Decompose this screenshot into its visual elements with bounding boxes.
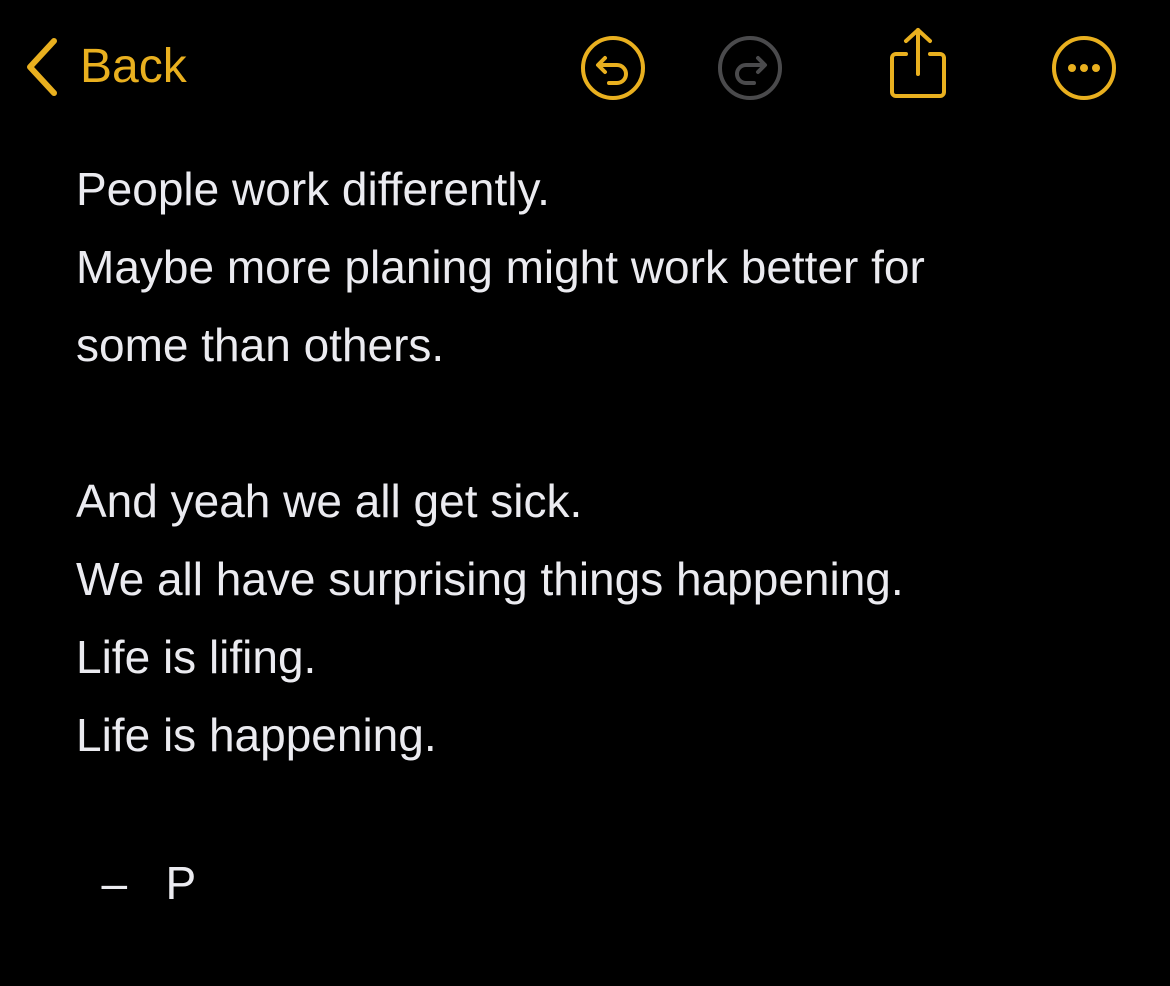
ellipsis-circle-icon (1052, 36, 1116, 100)
more-options-button[interactable] (1050, 34, 1118, 102)
redo-button[interactable] (716, 34, 784, 102)
note-toolbar: Back (0, 0, 1170, 130)
note-line: Life is happening. (76, 709, 437, 761)
note-line: some than others. (76, 319, 445, 371)
share-icon (890, 28, 946, 98)
note-signature: – P (76, 857, 197, 909)
note-body[interactable]: People work differently. Maybe more plan… (76, 150, 1136, 774)
note-line: People work differently. (76, 163, 550, 215)
note-line: Maybe more planing might work better for (76, 241, 925, 293)
note-line: We all have surprising things happening. (76, 553, 904, 605)
note-line: Life is lifing. (76, 631, 317, 683)
note-line: And yeah we all get sick. (76, 475, 583, 527)
share-button[interactable] (884, 26, 952, 102)
undo-icon (581, 36, 645, 100)
back-button[interactable]: Back (24, 36, 187, 98)
chevron-left-icon (27, 38, 57, 96)
undo-button[interactable] (579, 34, 647, 102)
back-label: Back (80, 40, 187, 93)
redo-icon (718, 36, 782, 100)
